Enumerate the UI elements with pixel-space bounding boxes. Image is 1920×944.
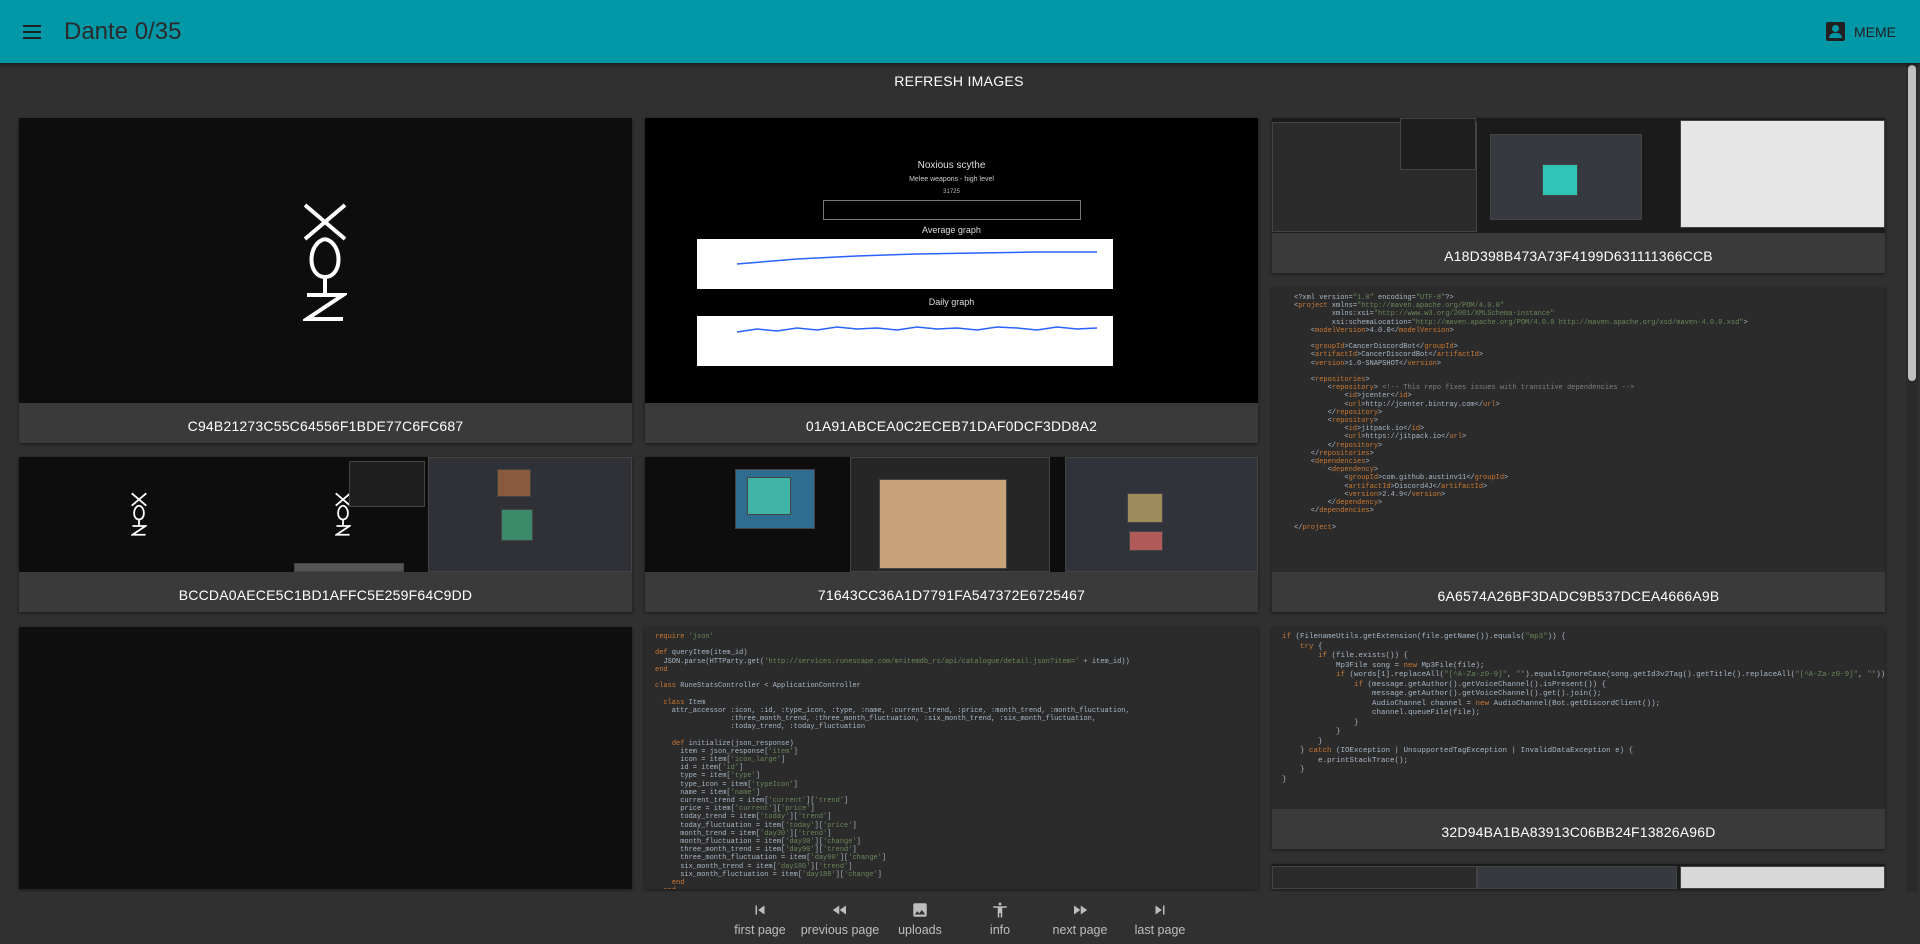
screenshot-fragment xyxy=(1272,866,1477,889)
image-card[interactable] xyxy=(19,627,632,889)
app-bar: Dante 0/35 MEME xyxy=(0,0,1920,63)
screenshot-fragment xyxy=(1129,531,1163,551)
preview-table xyxy=(823,200,1081,220)
screenshot-fragment xyxy=(294,563,404,572)
screenshot-fragment xyxy=(497,469,531,497)
image-id-label: BCCDA0AECE5C1BD1AFFC5E259F64C9DD xyxy=(178,587,473,603)
image-card[interactable]: BCCDA0AECE5C1BD1AFFC5E259F64C9DD xyxy=(19,457,632,612)
last-page-icon xyxy=(1155,905,1165,915)
image-thumbnail: require 'json' def queryItem(item_id) JS… xyxy=(645,627,1258,889)
fast-rewind-icon xyxy=(832,905,846,915)
image-icon xyxy=(913,903,927,917)
screenshot-fragment xyxy=(349,461,425,507)
uploads-button[interactable]: uploads xyxy=(880,892,960,944)
screenshot-fragment xyxy=(747,477,791,515)
logo-glyph xyxy=(131,492,147,536)
nav-label: info xyxy=(989,923,1011,937)
nav-label: last page xyxy=(1134,923,1186,937)
nav-label: previous page xyxy=(800,923,880,937)
screenshot-fragment xyxy=(1680,120,1885,228)
screenshot-fragment xyxy=(1477,866,1677,889)
image-thumbnail xyxy=(1272,118,1885,233)
screenshot-fragment xyxy=(1400,118,1476,170)
nav-label: next page xyxy=(1052,923,1108,937)
accessibility-icon xyxy=(993,902,1007,918)
image-id-label: 6A6574A26BF3DADC9B537DCEA4666A9B xyxy=(1437,588,1720,604)
page-title: Dante 0/35 xyxy=(64,17,182,45)
screenshot-fragment xyxy=(501,509,533,541)
image-card[interactable]: if (FilenameUtils.getExtension(file.getN… xyxy=(1272,627,1885,849)
screenshot-fragment xyxy=(1542,164,1578,196)
scrollbar-thumb[interactable] xyxy=(1908,65,1916,381)
screenshot-fragment xyxy=(879,479,1007,569)
previous-page-button[interactable]: previous page xyxy=(800,892,880,944)
next-page-button[interactable]: next page xyxy=(1040,892,1120,944)
code-screenshot: require 'json' def queryItem(item_id) JS… xyxy=(645,627,1258,889)
image-thumbnail xyxy=(19,627,632,889)
logo-glyph xyxy=(303,203,347,321)
average-graph-line xyxy=(736,251,1097,265)
image-card[interactable]: <?xml version="1.0" encoding="UTF-8"?> <… xyxy=(1272,288,1885,612)
average-graph xyxy=(697,239,1113,289)
screenshot-fragment xyxy=(1127,493,1163,523)
image-thumbnail xyxy=(645,457,1258,572)
daily-graph xyxy=(697,316,1113,366)
code-screenshot: <?xml version="1.0" encoding="UTF-8"?> <… xyxy=(1272,288,1885,572)
info-button[interactable]: info xyxy=(960,892,1040,944)
scrollbar[interactable] xyxy=(1906,63,1918,892)
nav-label: first page xyxy=(734,923,786,937)
image-card[interactable] xyxy=(1272,864,1885,889)
image-thumbnail: <?xml version="1.0" encoding="UTF-8"?> <… xyxy=(1272,288,1885,572)
preview-daily-heading: Daily graph xyxy=(928,297,975,307)
pagination-bar: first page previous page uploads info ne… xyxy=(0,892,1920,944)
refresh-images-button-wrap: REFRESH IMAGES xyxy=(0,73,1918,89)
image-id-label: A18D398B473A73F4199D631111366CCB xyxy=(1444,248,1713,264)
image-thumbnail xyxy=(19,118,632,403)
image-id-label: 01A91ABCEA0C2ECEB71DAF0DCF3DD8A2 xyxy=(805,418,1098,434)
preview-category: Melee weapons - high level xyxy=(909,176,994,183)
image-card[interactable]: Noxious scythe Melee weapons - high leve… xyxy=(645,118,1258,443)
image-thumbnail: Noxious scythe Melee weapons - high leve… xyxy=(645,118,1258,403)
image-id-label: 32D94BA1BA83913C06BB24F13826A96D xyxy=(1441,824,1716,840)
account-box-icon xyxy=(1826,22,1845,41)
daily-graph-line xyxy=(736,326,1098,333)
image-id-label: C94B21273C55C64556F1BDE77C6FC687 xyxy=(187,418,464,434)
preview-item-id: 31725 xyxy=(943,189,960,195)
fast-forward-icon xyxy=(1074,905,1088,915)
last-page-button[interactable]: last page xyxy=(1120,892,1200,944)
first-page-icon xyxy=(755,905,765,915)
preview-item-name: Noxious scythe xyxy=(917,160,986,171)
user-button[interactable]: MEME xyxy=(1826,22,1896,41)
user-label: MEME xyxy=(1854,23,1896,40)
image-card[interactable]: A18D398B473A73F4199D631111366CCB xyxy=(1272,118,1885,273)
image-thumbnail xyxy=(19,457,632,572)
menu-icon[interactable] xyxy=(17,17,47,47)
screenshot-fragment xyxy=(1680,866,1885,889)
image-card[interactable]: C94B21273C55C64556F1BDE77C6FC687 xyxy=(19,118,632,443)
image-card[interactable]: require 'json' def queryItem(item_id) JS… xyxy=(645,627,1258,889)
code-screenshot: if (FilenameUtils.getExtension(file.getN… xyxy=(1272,627,1885,809)
preview-average-heading: Average graph xyxy=(922,225,981,235)
image-thumbnail xyxy=(1272,864,1885,889)
image-thumbnail: if (FilenameUtils.getExtension(file.getN… xyxy=(1272,627,1885,809)
first-page-button[interactable]: first page xyxy=(720,892,800,944)
nav-label: uploads xyxy=(898,923,942,937)
image-card[interactable]: 71643CC36A1D7791FA547372E6725467 xyxy=(645,457,1258,612)
refresh-images-button[interactable]: REFRESH IMAGES xyxy=(884,69,1033,93)
image-id-label: 71643CC36A1D7791FA547372E6725467 xyxy=(817,587,1086,603)
